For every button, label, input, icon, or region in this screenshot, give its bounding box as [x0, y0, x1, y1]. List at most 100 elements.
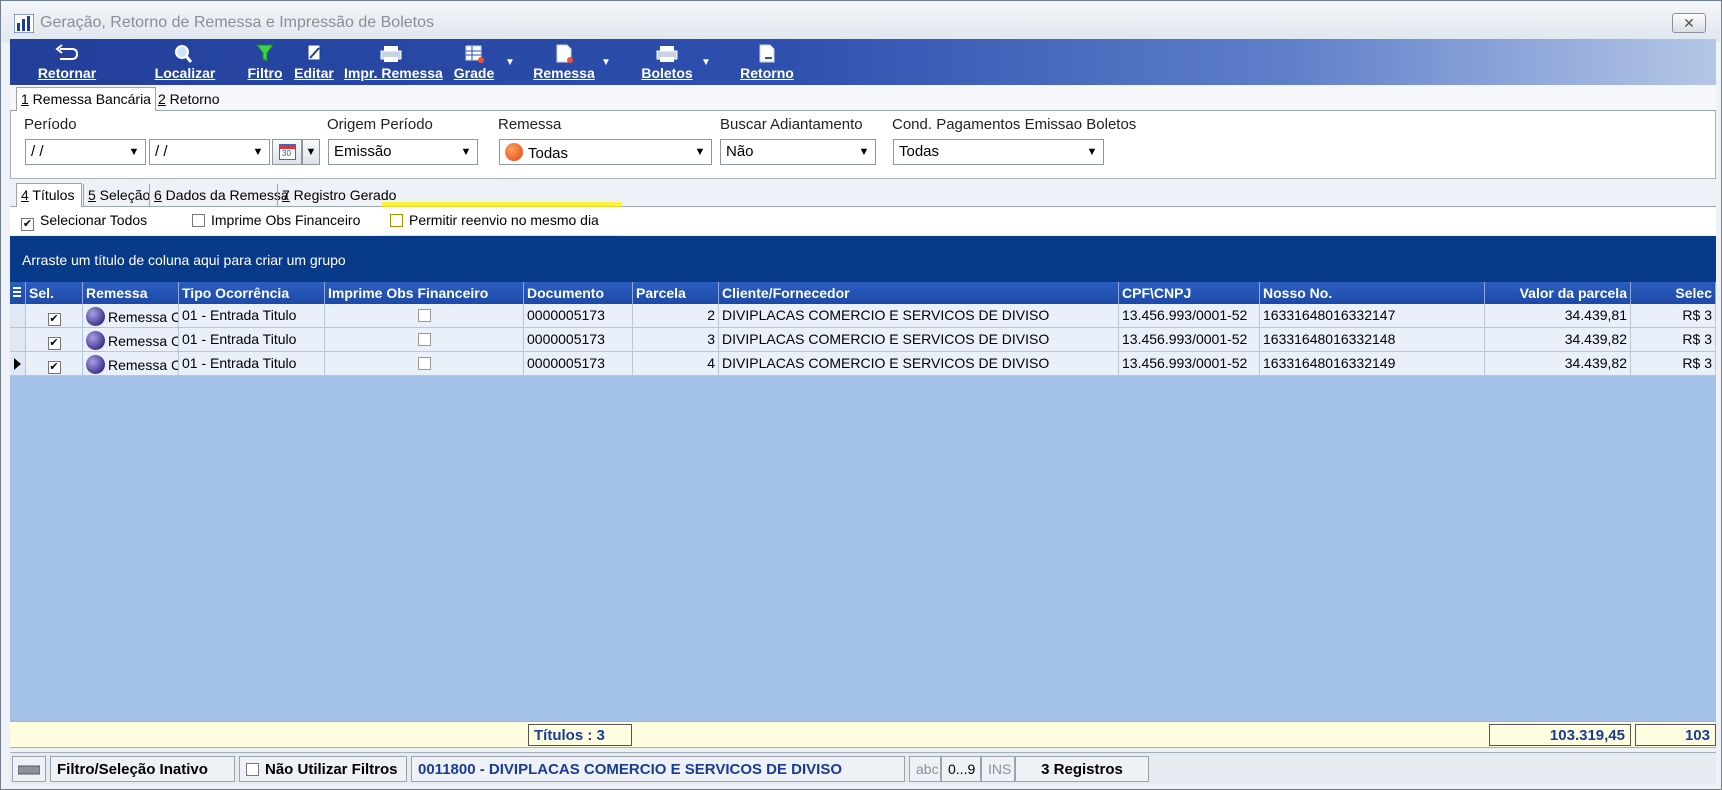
periodo-inicio-field[interactable]: / / ▼ — [25, 139, 146, 165]
cell-imprime-obs-checkbox[interactable] — [325, 352, 524, 376]
status-bar: Filtro/Seleção Inativo Não Utilizar Filt… — [10, 752, 1716, 784]
chevron-down-icon[interactable]: ▼ — [853, 140, 875, 164]
cell-imprime-obs-checkbox[interactable] — [325, 304, 524, 328]
row-indicator[interactable] — [10, 328, 26, 352]
close-button[interactable]: ✕ — [1672, 13, 1706, 33]
filtro-button[interactable]: Filtro — [244, 39, 286, 85]
grade-dropdown-arrow[interactable]: ▼ — [505, 57, 515, 68]
column-header-cnpj[interactable]: CPF\CNPJ — [1119, 282, 1260, 304]
column-header-selec[interactable]: Selec — [1631, 282, 1716, 304]
imprime-obs-checkbox[interactable]: Imprime Obs Financeiro — [192, 212, 360, 228]
cell-tipo: 01 - Entrada Titulo — [179, 304, 325, 328]
column-header-parcela[interactable]: Parcela — [633, 282, 719, 304]
remessa-label: Remessa — [533, 65, 595, 81]
registros-count: 3 Registros — [1015, 756, 1149, 782]
document-icon — [556, 44, 573, 63]
filtro-status[interactable]: Filtro/Seleção Inativo — [50, 756, 235, 782]
origem-periodo-value: Emissão — [334, 143, 392, 160]
periodo-inicio-value: / / — [31, 143, 44, 160]
localizar-label: Localizar — [154, 65, 216, 81]
cell-cnpj: 13.456.993/0001-52 — [1119, 304, 1260, 328]
editar-button[interactable]: Editar — [292, 39, 336, 85]
tab-label: Retorno — [165, 91, 220, 107]
options-bar: ✔ Selecionar Todos Imprime Obs Financeiro… — [10, 207, 1716, 235]
row-select-checkbox[interactable]: ✔ — [26, 328, 83, 352]
cell-remessa: Remessa C — [83, 304, 179, 328]
selecionar-todos-checkbox[interactable]: ✔ Selecionar Todos — [21, 212, 147, 231]
row-indicator[interactable] — [10, 304, 26, 328]
group-by-panel[interactable]: Arraste um título de coluna aqui para cr… — [10, 236, 1716, 282]
grade-button[interactable]: Grade — [452, 39, 496, 85]
cell-parcela: 3 — [633, 328, 719, 352]
cell-cliente: DIVIPLACAS COMERCIO E SERVICOS DE DIVISO — [719, 352, 1119, 376]
table-row[interactable]: ✔ Remessa C 01 - Entrada Titulo 00000051… — [10, 352, 1716, 376]
chevron-down-icon[interactable]: ▼ — [455, 140, 477, 164]
boletos-label: Boletos — [641, 65, 693, 81]
impr-remessa-button[interactable]: Impr. Remessa — [344, 39, 443, 85]
calendar-button[interactable]: 30 — [272, 139, 302, 165]
cell-nosso-no: 16331648016332149 — [1260, 352, 1485, 376]
column-header-tipo[interactable]: Tipo Ocorrência — [179, 282, 325, 304]
nao-utilizar-filtros-checkbox[interactable]: Não Utilizar Filtros — [239, 756, 407, 782]
tab-label: Seleção — [95, 187, 151, 203]
chevron-down-icon[interactable]: ▼ — [689, 140, 711, 164]
main-tabs: 1 Remessa Bancária 2 Retorno — [10, 85, 1716, 112]
titulos-count: Títulos : 3 — [528, 724, 632, 746]
row-select-checkbox[interactable]: ✔ — [26, 304, 83, 328]
remessa-dropdown-arrow[interactable]: ▼ — [601, 57, 611, 68]
table-row[interactable]: ✔ Remessa C 01 - Entrada Titulo 00000051… — [10, 304, 1716, 328]
globe-icon — [86, 355, 105, 374]
tab-label: Dados da Remessa — [161, 187, 289, 203]
chevron-down-icon[interactable]: ▼ — [123, 140, 145, 164]
title-bar: Geração, Retorno de Remessa e Impressão … — [2, 2, 1720, 42]
cell-selec: R$ 3 — [1631, 328, 1716, 352]
grid-header: Sel. Remessa Tipo Ocorrência Imprime Obs… — [10, 282, 1716, 304]
tab-dados-remessa[interactable]: 6 Dados da Remessa — [149, 184, 293, 207]
remessa-select[interactable]: Todas ▼ — [499, 139, 712, 165]
column-header-documento[interactable]: Documento — [524, 282, 633, 304]
periodo-fim-field[interactable]: / / ▼ — [149, 139, 270, 165]
keyboard-icon — [12, 756, 46, 782]
checkbox-unchecked-icon — [417, 309, 431, 322]
adiantamento-value: Não — [726, 143, 754, 160]
cell-imprime-obs-checkbox[interactable] — [325, 328, 524, 352]
permitir-reenvio-checkbox[interactable]: Permitir reenvio no mesmo dia — [390, 212, 599, 228]
retornar-button[interactable]: Retornar — [32, 39, 102, 85]
column-header-imprime-obs[interactable]: Imprime Obs Financeiro — [325, 282, 524, 304]
boletos-dropdown-arrow[interactable]: ▼ — [701, 57, 711, 68]
column-header-remessa[interactable]: Remessa — [83, 282, 179, 304]
checkbox-unchecked-icon — [390, 214, 403, 227]
column-header-valor[interactable]: Valor da parcela — [1485, 282, 1631, 304]
tab-selecao[interactable]: 5 Seleção — [83, 184, 154, 207]
cell-tipo: 01 - Entrada Titulo — [179, 328, 325, 352]
column-chooser-icon[interactable] — [10, 282, 26, 304]
app-icon — [14, 14, 34, 33]
remessa-button[interactable]: Remessa — [524, 39, 604, 85]
nao-utilizar-label: Não Utilizar Filtros — [265, 761, 398, 778]
num-indicator: 0...9 — [941, 756, 981, 782]
cond-pagamentos-select[interactable]: Todas ▼ — [893, 139, 1104, 165]
tab-titulos[interactable]: 4 Títulos — [16, 183, 82, 208]
chevron-down-icon[interactable]: ▼ — [1081, 140, 1103, 164]
tab-retorno[interactable]: 2 Retorno — [154, 88, 224, 111]
boletos-button[interactable]: Boletos — [632, 39, 702, 85]
cell-parcela: 4 — [633, 352, 719, 376]
localizar-button[interactable]: Localizar — [152, 39, 218, 85]
retorno-button[interactable]: Retorno — [732, 39, 802, 85]
funnel-icon — [256, 44, 274, 62]
adiantamento-select[interactable]: Não ▼ — [720, 139, 876, 165]
table-row[interactable]: ✔ Remessa C 01 - Entrada Titulo 00000051… — [10, 328, 1716, 352]
chevron-down-icon[interactable]: ▼ — [247, 140, 269, 164]
column-header-nosso-no[interactable]: Nosso No. — [1260, 282, 1485, 304]
current-row-indicator[interactable] — [10, 352, 26, 376]
retorno-label: Retorno — [740, 65, 794, 81]
filter-panel: Período / / ▼ / / ▼ 30 ▼ Origem Período … — [10, 111, 1716, 179]
tab-remessa-bancaria[interactable]: 1 Remessa Bancária — [16, 87, 156, 112]
calendar-dropdown[interactable]: ▼ — [302, 139, 320, 165]
row-select-checkbox[interactable]: ✔ — [26, 352, 83, 376]
cell-nosso-no: 16331648016332148 — [1260, 328, 1485, 352]
column-header-sel[interactable]: Sel. — [26, 282, 83, 304]
imprime-obs-label: Imprime Obs Financeiro — [211, 212, 361, 228]
column-header-cliente[interactable]: Cliente/Fornecedor — [719, 282, 1119, 304]
origem-periodo-select[interactable]: Emissão ▼ — [328, 139, 478, 165]
